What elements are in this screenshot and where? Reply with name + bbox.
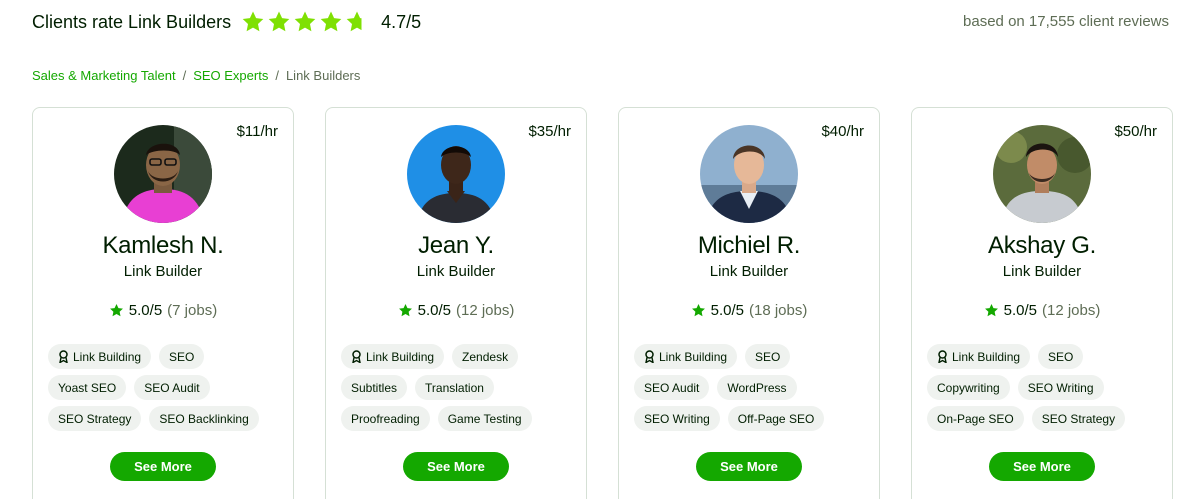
skill-chip[interactable]: SEO [745, 344, 791, 369]
skill-chip[interactable]: SEO [159, 344, 205, 369]
star-icon [320, 11, 342, 32]
star-icon [242, 11, 264, 32]
skill-chip[interactable]: Link Building [927, 344, 1031, 369]
star-icon [398, 303, 412, 317]
freelancer-name[interactable]: Kamlesh N. [33, 232, 293, 260]
job-rating: 5.0/5 (12 jobs) [912, 302, 1172, 319]
see-more-button[interactable]: See More [110, 452, 216, 481]
skill-chip[interactable]: Translation [415, 375, 494, 400]
freelancer-card[interactable]: $11/hr Kamlesh N. Link Builder 5.0/5 (7 … [32, 107, 294, 499]
skill-chip[interactable]: Proofreading [341, 406, 430, 431]
avatar[interactable] [407, 125, 505, 223]
skill-list: Link Building SEO Copywriting SEO Writin… [927, 344, 1164, 431]
breadcrumb: Sales & Marketing Talent / SEO Experts /… [32, 68, 360, 83]
freelancer-title: Link Builder [416, 263, 496, 280]
hourly-rate: $11/hr [236, 123, 278, 140]
skill-chip[interactable]: Yoast SEO [48, 375, 127, 400]
hourly-rate: $50/hr [1114, 123, 1157, 140]
job-rating: 5.0/5 (7 jobs) [33, 302, 293, 319]
star-icon [109, 303, 123, 317]
review-count: based on 17,555 client reviews [963, 13, 1169, 30]
skill-list: Link Building SEO Yoast SEO SEO Audit SE… [48, 344, 285, 431]
freelancer-name[interactable]: Michiel R. [619, 232, 879, 260]
partial-star-icon [346, 11, 362, 32]
skill-chip[interactable]: SEO Strategy [1031, 406, 1126, 431]
skill-chip[interactable]: On-Page SEO [927, 406, 1024, 431]
freelancer-title: Link Builder [709, 263, 789, 280]
freelancer-card[interactable]: $50/hr Akshay G. Link Builder 5.0/5 (12 … [911, 107, 1173, 499]
skill-chip[interactable]: Link Building [634, 344, 738, 369]
breadcrumb-separator: / [182, 68, 187, 83]
skill-label: Link Building [73, 349, 142, 364]
hourly-rate: $40/hr [821, 123, 864, 140]
jobs-count: (18 jobs) [749, 302, 808, 319]
page-title: Clients rate Link Builders [32, 11, 232, 32]
jobs-count: (7 jobs) [167, 302, 218, 319]
award-badge-icon [59, 350, 68, 363]
skill-label: Link Building [659, 349, 728, 364]
freelancer-name[interactable]: Akshay G. [912, 232, 1172, 260]
freelancer-name[interactable]: Jean Y. [326, 232, 586, 260]
freelancer-card[interactable]: $40/hr Michiel R. Link Builder 5.0/5 (18… [618, 107, 880, 499]
skill-list: Link Building Zendesk Subtitles Translat… [341, 344, 578, 431]
see-more-button[interactable]: See More [989, 452, 1095, 481]
skill-chip[interactable]: SEO Audit [634, 375, 710, 400]
job-rating: 5.0/5 (18 jobs) [619, 302, 879, 319]
breadcrumb-current: Link Builders [285, 68, 361, 83]
skill-chip[interactable]: SEO Writing [1017, 375, 1104, 400]
rating-score: 5.0/5 [128, 302, 163, 319]
jobs-count: (12 jobs) [1042, 302, 1101, 319]
hourly-rate: $35/hr [528, 123, 571, 140]
skill-chip[interactable]: Link Building [341, 344, 445, 369]
skill-chip[interactable]: Off-Page SEO [727, 406, 825, 431]
skill-chip[interactable]: Link Building [48, 344, 152, 369]
skill-chip[interactable]: SEO Strategy [48, 406, 142, 431]
star-icon [294, 11, 316, 32]
freelancer-cards: $11/hr Kamlesh N. Link Builder 5.0/5 (7 … [32, 107, 1173, 499]
skill-label: Link Building [952, 349, 1021, 364]
breadcrumb-link-seo-experts[interactable]: SEO Experts [193, 68, 268, 83]
skill-chip[interactable]: Game Testing [437, 406, 532, 431]
award-badge-icon [645, 350, 654, 363]
skill-chip[interactable]: Copywriting [927, 375, 1010, 400]
rating-score: 5.0/5 [417, 302, 451, 319]
avatar[interactable] [114, 125, 212, 223]
breadcrumb-separator: / [275, 68, 279, 83]
skill-chip[interactable]: SEO Backlinking [149, 406, 259, 431]
freelancer-title: Link Builder [1002, 263, 1082, 280]
skill-chip[interactable]: Zendesk [452, 344, 519, 369]
jobs-count: (12 jobs) [456, 302, 515, 319]
avatar[interactable] [993, 125, 1091, 223]
freelancer-card[interactable]: $35/hr Jean Y. Link Builder 5.0/5 (12 jo… [325, 107, 587, 499]
award-badge-icon [352, 350, 361, 363]
freelancer-title: Link Builder [123, 263, 203, 280]
award-badge-icon [938, 350, 947, 363]
see-more-button[interactable]: See More [696, 452, 802, 481]
rating-header: Clients rate Link Builders 4.7/5 [32, 8, 421, 36]
skill-chip[interactable]: SEO [1038, 344, 1084, 369]
star-icon [984, 303, 998, 317]
skill-chip[interactable]: WordPress [717, 375, 797, 400]
star-icon [268, 11, 290, 32]
star-icon [691, 303, 705, 317]
skill-chip[interactable]: SEO Writing [634, 406, 720, 431]
breadcrumb-link-sales-marketing[interactable]: Sales & Marketing Talent [32, 68, 176, 83]
avatar[interactable] [700, 125, 798, 223]
rating-value: 4.7/5 [381, 11, 422, 32]
skill-chip[interactable]: SEO Audit [134, 375, 210, 400]
job-rating: 5.0/5 (12 jobs) [326, 302, 586, 319]
rating-score: 5.0/5 [710, 302, 744, 319]
see-more-button[interactable]: See More [403, 452, 509, 481]
rating-stars [241, 10, 369, 34]
skill-label: Link Building [366, 349, 435, 364]
skill-list: Link Building SEO SEO Audit WordPress SE… [634, 344, 871, 431]
skill-chip[interactable]: Subtitles [341, 375, 408, 400]
rating-score: 5.0/5 [1003, 302, 1037, 319]
